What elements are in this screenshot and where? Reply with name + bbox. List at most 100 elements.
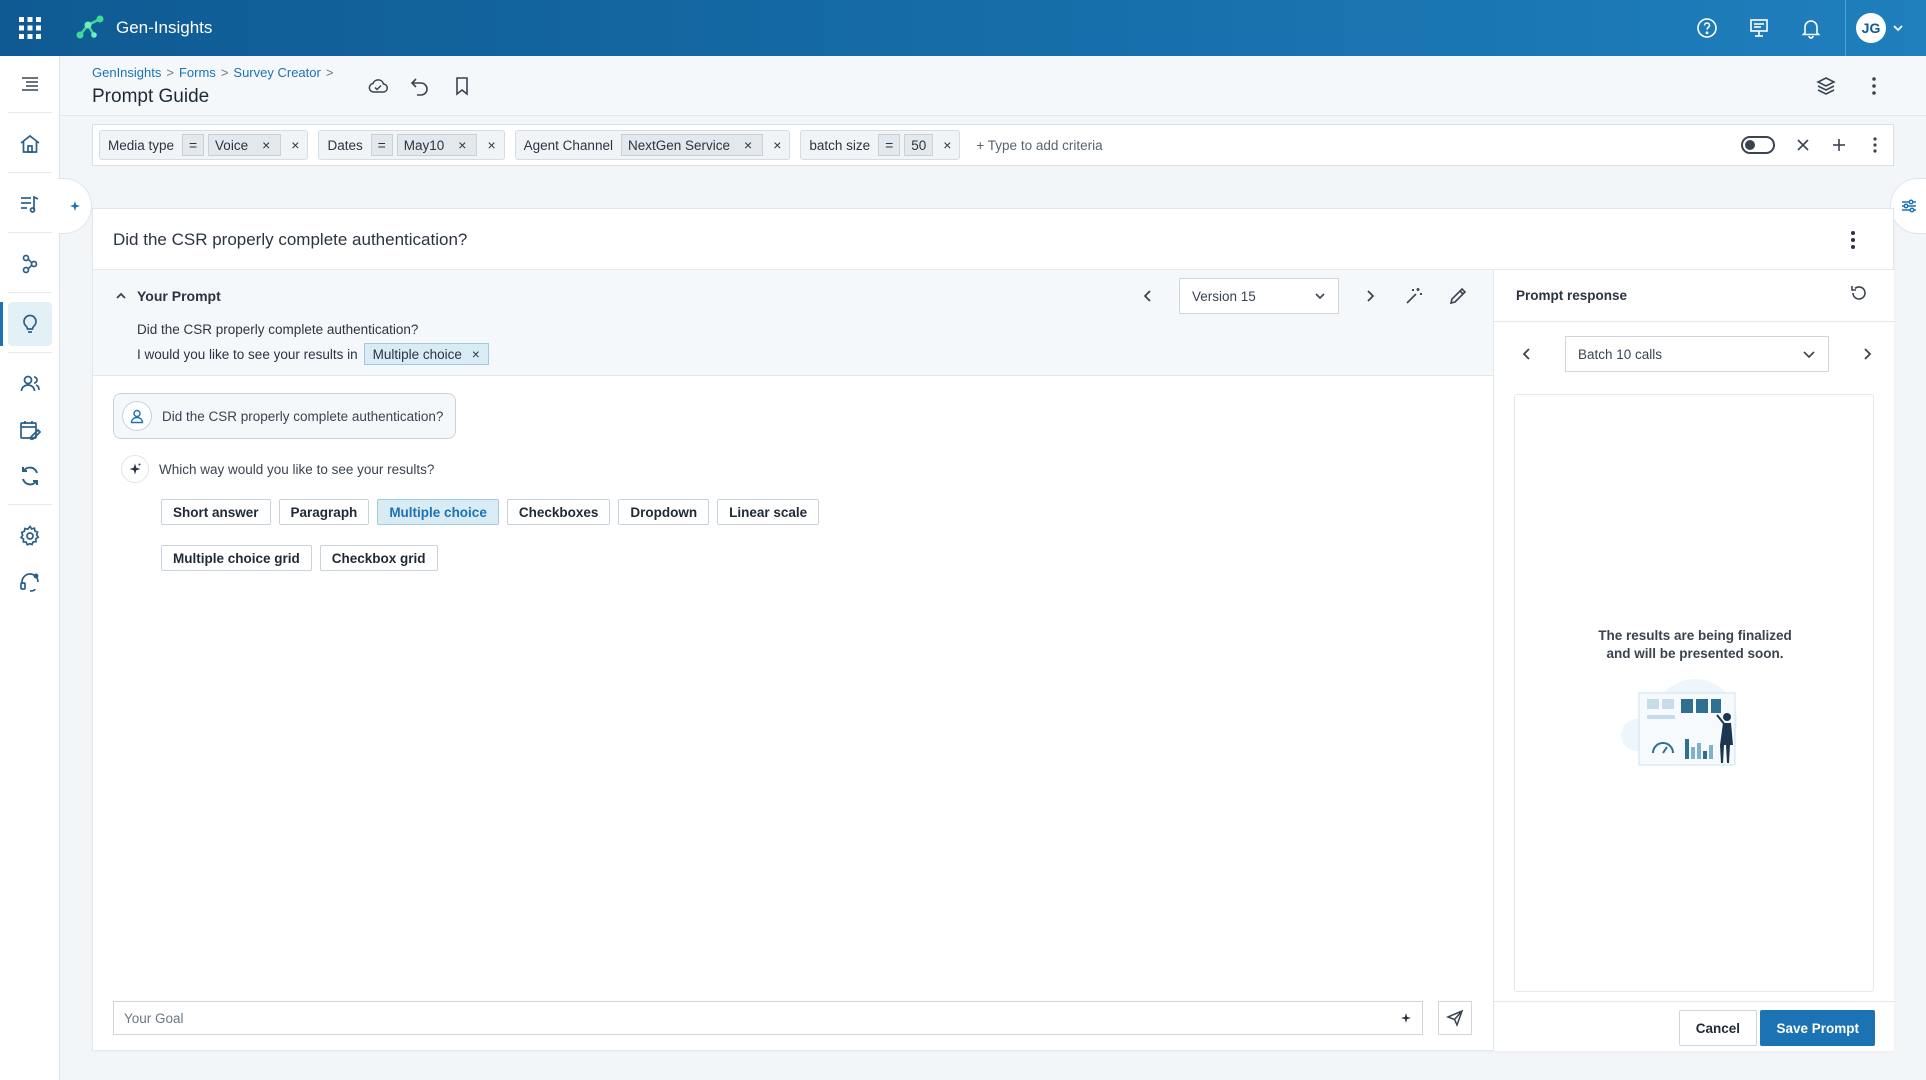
breadcrumb-item-forms[interactable]: Forms [179, 65, 216, 80]
user-avatar-icon [122, 401, 152, 431]
option-dropdown[interactable]: Dropdown [618, 499, 710, 525]
app-grid-icon[interactable] [18, 16, 42, 40]
remove-value-icon[interactable]: × [740, 137, 756, 153]
more-vertical-icon[interactable] [1862, 74, 1886, 98]
prompt-format-tag[interactable]: Multiple choice × [363, 343, 489, 365]
add-criteria-input[interactable]: + Type to add criteria [976, 138, 1741, 153]
bookmark-icon[interactable] [450, 74, 474, 98]
user-menu[interactable]: JG [1845, 0, 1926, 56]
filter-label: Agent Channel [523, 137, 613, 153]
filter-value-text: 50 [911, 137, 927, 153]
option-checkbox-grid[interactable]: Checkbox grid [319, 545, 438, 571]
cloud-save-icon[interactable] [366, 74, 390, 98]
calendar-edit-icon[interactable] [8, 408, 52, 452]
page-title: Prompt Guide [92, 86, 210, 107]
magic-wand-icon[interactable] [1401, 283, 1427, 309]
add-filter-icon[interactable] [1831, 137, 1847, 153]
workflow-icon[interactable] [8, 242, 52, 286]
option-short-answer[interactable]: Short answer [161, 499, 271, 525]
next-batch-chevron-right-icon[interactable] [1854, 341, 1880, 367]
goal-input-container [113, 1001, 1423, 1035]
playlist-icon[interactable] [8, 182, 52, 226]
filter-toggle[interactable] [1741, 136, 1775, 154]
settings-gear-icon[interactable] [8, 514, 52, 558]
user-message-bubble: Did the CSR properly complete authentica… [113, 393, 457, 439]
filter-value[interactable]: May10 × [396, 134, 478, 156]
undo-icon[interactable] [408, 74, 432, 98]
edit-pencil-icon[interactable] [1445, 283, 1471, 309]
results-pending-line: and will be presented soon. [1606, 646, 1784, 661]
agents-icon[interactable] [8, 362, 52, 406]
bell-icon[interactable] [1785, 0, 1837, 56]
user-message-text: Did the CSR properly complete authentica… [162, 408, 444, 424]
home-icon[interactable] [8, 122, 52, 166]
app-name: Gen-Insights [116, 18, 213, 37]
option-paragraph[interactable]: Paragraph [278, 499, 370, 525]
gen-insights-logo-icon [74, 13, 106, 43]
send-icon [1446, 1009, 1464, 1027]
remove-filter-icon[interactable]: × [769, 137, 785, 153]
remove-tag-icon[interactable]: × [472, 347, 480, 362]
insights-bulb-icon[interactable] [0, 302, 52, 346]
filter-chip-media-type[interactable]: Media type = Voice × × [99, 130, 309, 160]
filter-label: batch size [809, 137, 871, 153]
assistant-message: Which way would you like to see your res… [121, 455, 434, 483]
save-prompt-button[interactable]: Save Prompt [1760, 1010, 1875, 1046]
option-multiple-choice-grid[interactable]: Multiple choice grid [161, 545, 312, 571]
batch-select[interactable]: Batch 10 calls [1565, 336, 1829, 372]
settings-panel-tab[interactable] [1890, 178, 1926, 234]
filter-operator[interactable]: = [370, 134, 393, 156]
goal-sparkle-icon[interactable] [1400, 1012, 1412, 1024]
option-multiple-choice[interactable]: Multiple choice [377, 499, 499, 525]
your-prompt-toggle[interactable]: Your Prompt [115, 288, 221, 304]
filter-operator[interactable]: = [878, 134, 901, 156]
filter-value[interactable]: 50 [904, 134, 934, 156]
previous-batch-chevron-left-icon[interactable] [1514, 341, 1540, 367]
question-card: Did the CSR properly complete authentica… [92, 208, 1895, 1051]
prompt-format-tag-label: Multiple choice [372, 346, 462, 362]
remove-filter-icon[interactable]: × [287, 137, 303, 153]
filter-chip-batch-size[interactable]: batch size = 50 × [800, 130, 961, 160]
refresh-icon[interactable] [1849, 283, 1869, 303]
filter-label: Dates [327, 137, 363, 153]
remove-filter-icon[interactable]: × [483, 137, 499, 153]
presentation-icon[interactable] [1733, 0, 1785, 56]
support-agent-icon[interactable] [8, 560, 52, 604]
filter-value[interactable]: NextGen Service × [620, 134, 764, 156]
filter-label: Media type [108, 137, 175, 153]
sync-icon[interactable] [8, 454, 52, 498]
your-prompt-panel: Your Prompt Did the CSR properly complet… [93, 270, 1493, 376]
remove-value-icon[interactable]: × [258, 137, 274, 153]
option-checkboxes[interactable]: Checkboxes [506, 499, 611, 525]
brand[interactable]: Gen-Insights [74, 13, 212, 43]
remove-filter-icon[interactable]: × [939, 137, 955, 153]
remove-value-icon[interactable]: × [454, 137, 470, 153]
ai-assistant-tab[interactable] [58, 178, 92, 234]
filter-chip-agent-channel[interactable]: Agent Channel NextGen Service × × [514, 130, 791, 160]
filter-more-vertical-icon[interactable] [1867, 136, 1883, 154]
goal-input[interactable] [124, 1010, 1400, 1026]
menu-collapse-icon[interactable] [8, 62, 52, 106]
option-linear-scale[interactable]: Linear scale [717, 499, 820, 525]
clear-filters-icon[interactable] [1795, 137, 1811, 153]
filter-operator[interactable]: = [182, 134, 205, 156]
prompt-text-line: Did the CSR properly complete authentica… [137, 322, 419, 337]
breadcrumb-item-geninsights[interactable]: GenInsights [92, 65, 161, 80]
next-version-chevron-right-icon[interactable] [1357, 283, 1383, 309]
batch-value: Batch 10 calls [1578, 346, 1663, 362]
help-icon[interactable] [1681, 0, 1733, 56]
previous-version-chevron-left-icon[interactable] [1135, 283, 1161, 309]
cancel-button[interactable]: Cancel [1678, 1010, 1757, 1046]
filter-chip-dates[interactable]: Dates = May10 × × [318, 130, 505, 160]
version-value: Version 15 [1192, 288, 1256, 304]
sparkle-icon [69, 200, 81, 212]
top-bar: Gen-Insights JG [0, 0, 1926, 56]
breadcrumb-item-survey-creator[interactable]: Survey Creator [233, 65, 320, 80]
filter-value[interactable]: Voice × [208, 134, 282, 156]
layers-icon[interactable] [1814, 74, 1838, 98]
left-nav-rail [0, 56, 60, 1080]
question-more-vertical-icon[interactable] [1843, 229, 1863, 251]
version-select[interactable]: Version 15 [1179, 278, 1339, 314]
question-title: Did the CSR properly complete authentica… [113, 230, 468, 249]
send-button[interactable] [1438, 1001, 1472, 1035]
